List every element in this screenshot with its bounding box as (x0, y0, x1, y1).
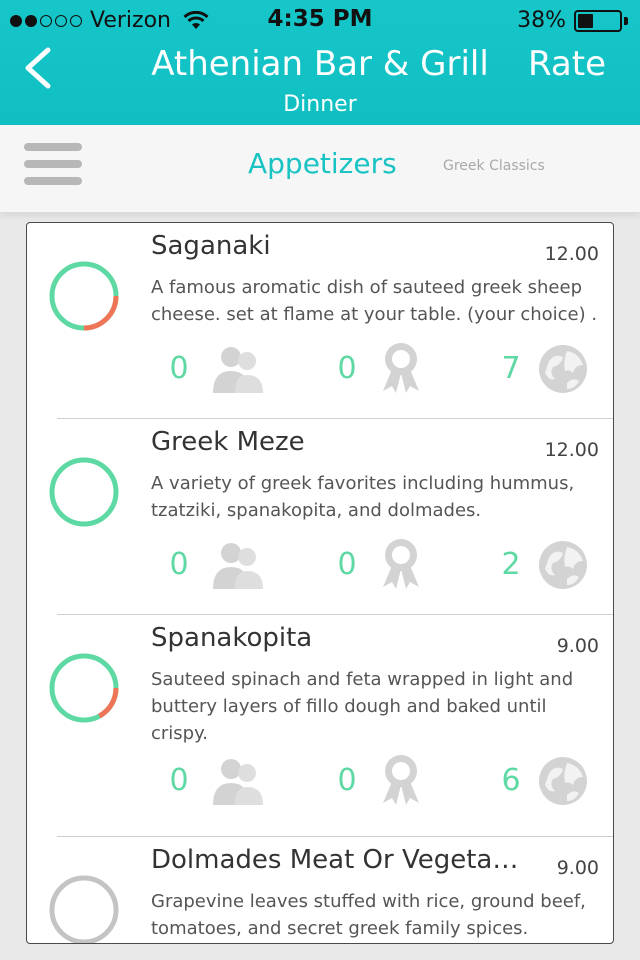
item-name: Saganaki (151, 231, 271, 261)
item-description: Sauteed spinach and feta wrapped in ligh… (151, 669, 574, 744)
item-name: Spanakopita (151, 623, 313, 653)
battery-status: 38% (517, 8, 628, 33)
category-tab-next[interactable]: Greek Classics (443, 158, 545, 174)
item-description: A famous aromatic dish of sauteed greek … (151, 277, 598, 325)
friends-count: 0 (169, 547, 189, 582)
item-price: 9.00 (556, 857, 599, 879)
status-bar: Verizon 4:35 PM 38% (0, 0, 640, 40)
globe-icon[interactable] (535, 343, 591, 395)
menu-item[interactable]: Greek Meze 12.00 A variety of greek favo… (27, 419, 613, 615)
rating-ring-icon (49, 261, 119, 331)
menu-item[interactable]: Dolmades Meat Or Vegeta… 9.00 Grapevine … (27, 837, 613, 943)
globe-icon[interactable] (535, 539, 591, 591)
rating-ring-icon (49, 653, 119, 723)
awards-count: 0 (337, 351, 357, 386)
menu-item[interactable]: Saganaki 12.00 A famous aromatic dish of… (27, 223, 613, 419)
rate-button[interactable]: Rate (528, 44, 606, 84)
battery-icon (574, 9, 622, 32)
menu-list: Saganaki 12.00 A famous aromatic dish of… (26, 222, 614, 944)
award-ribbon-icon[interactable] (373, 341, 429, 393)
menu-icon[interactable] (24, 143, 82, 189)
item-price: 12.00 (544, 439, 599, 461)
category-tab-active[interactable]: Appetizers (248, 147, 397, 180)
back-button[interactable] (18, 46, 58, 90)
chevron-left-icon (25, 47, 51, 89)
global-count: 7 (501, 351, 521, 386)
page-title: Athenian Bar & Grill (151, 44, 489, 84)
item-name: Greek Meze (151, 427, 305, 457)
awards-count: 0 (337, 547, 357, 582)
awards-count: 0 (337, 763, 357, 798)
friends-count: 0 (169, 763, 189, 798)
nav-header: Verizon 4:35 PM 38% Athenian Bar & Grill… (0, 0, 640, 125)
friends-icon[interactable] (209, 755, 265, 807)
friends-icon[interactable] (209, 343, 265, 395)
global-count: 6 (501, 763, 521, 798)
globe-icon[interactable] (535, 755, 591, 807)
item-description: Grapevine leaves stuffed with rice, grou… (151, 891, 586, 939)
award-ribbon-icon[interactable] (373, 537, 429, 589)
item-price: 9.00 (556, 635, 599, 657)
menu-item[interactable]: Spanakopita 9.00 Sauteed spinach and fet… (27, 615, 613, 837)
battery-percent: 38% (517, 8, 566, 33)
rating-ring-icon (49, 457, 119, 527)
rating-ring-icon (49, 875, 119, 943)
item-price: 12.00 (544, 243, 599, 265)
item-name: Dolmades Meat Or Vegeta… (151, 845, 519, 875)
award-ribbon-icon[interactable] (373, 753, 429, 805)
friends-icon[interactable] (209, 539, 265, 591)
friends-count: 0 (169, 351, 189, 386)
item-description: A variety of greek favorites including h… (151, 473, 575, 521)
global-count: 2 (501, 547, 521, 582)
category-bar: Appetizers Greek Classics (0, 125, 640, 213)
page-subtitle: Dinner (283, 92, 357, 117)
